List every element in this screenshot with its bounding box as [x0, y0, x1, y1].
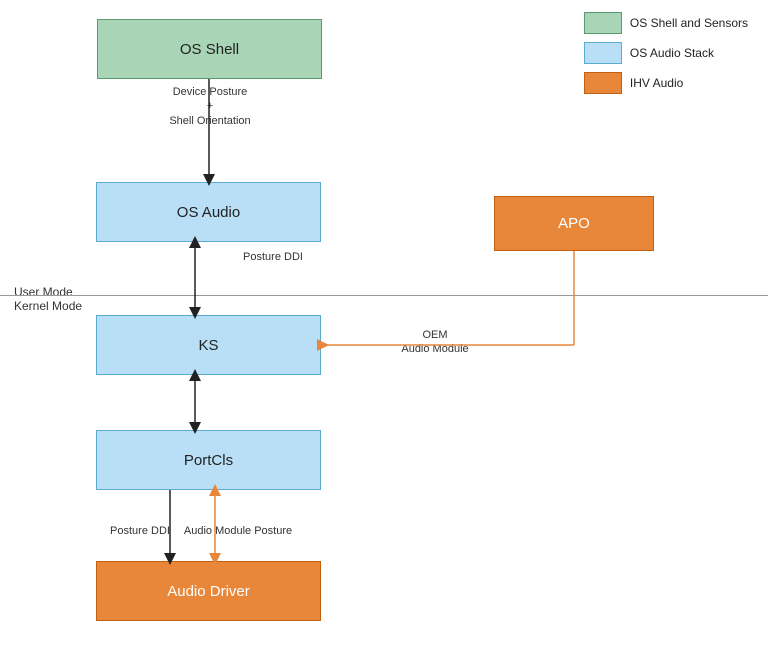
legend-label-blue: OS Audio Stack [630, 46, 714, 60]
oem-audio-module-label: OEMAudio Module [380, 328, 490, 357]
legend: OS Shell and Sensors OS Audio Stack IHV … [584, 12, 748, 94]
diagram-container: OS Shell and Sensors OS Audio Stack IHV … [0, 0, 768, 661]
mode-divider [0, 295, 768, 296]
os-audio-box: OS Audio [96, 182, 321, 242]
legend-label-orange: IHV Audio [630, 76, 683, 90]
legend-label-green: OS Shell and Sensors [630, 16, 748, 30]
ks-label: KS [198, 337, 218, 354]
legend-swatch-green [584, 12, 622, 34]
legend-item-green: OS Shell and Sensors [584, 12, 748, 34]
portcls-box: PortCls [96, 430, 321, 490]
legend-item-blue: OS Audio Stack [584, 42, 748, 64]
user-mode-label: User Mode [14, 285, 73, 299]
device-posture-label: Device Posture + Shell Orientation [155, 85, 265, 128]
os-shell-label: OS Shell [180, 41, 239, 58]
plus-label: + [207, 100, 213, 112]
portcls-label: PortCls [184, 452, 233, 469]
legend-item-orange: IHV Audio [584, 72, 748, 94]
audio-driver-label: Audio Driver [167, 583, 250, 600]
posture-ddi-label-2: Posture DDI [100, 524, 180, 538]
apo-box: APO [494, 196, 654, 251]
os-shell-box: OS Shell [97, 19, 322, 79]
kernel-mode-label: Kernel Mode [14, 299, 82, 313]
os-audio-label: OS Audio [177, 204, 240, 221]
ks-box: KS [96, 315, 321, 375]
legend-swatch-orange [584, 72, 622, 94]
audio-driver-box: Audio Driver [96, 561, 321, 621]
legend-swatch-blue [584, 42, 622, 64]
audio-module-posture-label: Audio Module Posture [178, 524, 298, 538]
posture-ddi-label-1: Posture DDI [228, 250, 318, 264]
apo-label: APO [558, 215, 590, 232]
